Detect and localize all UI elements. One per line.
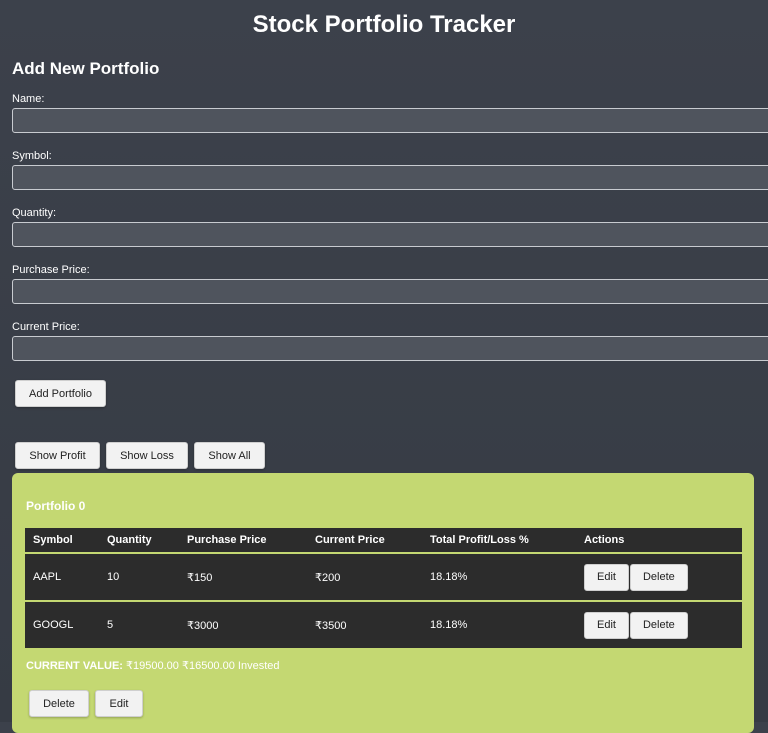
cell-actions: Edit Delete (576, 602, 742, 648)
cell-symbol: GOOGL (25, 602, 99, 648)
cell-actions: Edit Delete (576, 554, 742, 600)
portfolio-card: Portfolio 0 Symbol Quantity Purchase Pri… (12, 473, 754, 733)
table-row: GOOGL 5 ₹3000 ₹3500 18.18% Edit Delete (25, 602, 742, 648)
quantity-input[interactable] (12, 222, 768, 247)
current-value-summary: CURRENT VALUE: ₹19500.00 ₹16500.00 Inves… (26, 659, 279, 673)
cell-quantity: 10 (99, 554, 179, 600)
table-row: AAPL 10 ₹150 ₹200 18.18% Edit Delete (25, 554, 742, 600)
add-portfolio-heading: Add New Portfolio (12, 59, 160, 78)
row-delete-button[interactable]: Delete (629, 611, 688, 639)
cell-profit-loss: 18.18% (422, 602, 576, 648)
edit-portfolio-button[interactable]: Edit (95, 690, 143, 717)
purchase-price-label: Purchase Price: (12, 264, 90, 276)
cell-current-price: ₹3500 (307, 602, 422, 648)
cell-profit-loss: 18.18% (422, 554, 576, 600)
name-input[interactable] (12, 108, 768, 133)
row-edit-button[interactable]: Edit (584, 611, 629, 639)
cell-symbol: AAPL (25, 554, 99, 600)
table-header-row: Symbol Quantity Purchase Price Current P… (25, 528, 742, 552)
cell-purchase-price: ₹3000 (179, 602, 307, 648)
current-value-amount: ₹19500.00 ₹16500.00 Invested (126, 660, 280, 672)
cell-purchase-price: ₹150 (179, 554, 307, 600)
current-price-label: Current Price: (12, 321, 80, 333)
current-price-input[interactable] (12, 336, 768, 361)
symbol-label: Symbol: (12, 150, 52, 162)
show-all-button[interactable]: Show All (194, 442, 265, 469)
cell-quantity: 5 (99, 602, 179, 648)
current-value-label: CURRENT VALUE: (26, 660, 123, 672)
purchase-price-input[interactable] (12, 279, 768, 304)
delete-portfolio-button[interactable]: Delete (29, 690, 89, 717)
portfolio-title: Portfolio 0 (26, 499, 86, 513)
symbol-input[interactable] (12, 165, 768, 190)
cell-current-price: ₹200 (307, 554, 422, 600)
column-header-symbol: Symbol (25, 528, 99, 552)
show-loss-button[interactable]: Show Loss (106, 442, 188, 469)
holdings-table: Symbol Quantity Purchase Price Current P… (25, 526, 742, 650)
column-header-profit-loss: Total Profit/Loss % (422, 528, 576, 552)
row-edit-button[interactable]: Edit (584, 563, 629, 591)
name-label: Name: (12, 93, 45, 105)
column-header-actions: Actions (576, 528, 742, 552)
page-title: Stock Portfolio Tracker (252, 11, 516, 38)
show-profit-button[interactable]: Show Profit (15, 442, 100, 469)
column-header-current-price: Current Price (307, 528, 422, 552)
row-delete-button[interactable]: Delete (629, 563, 688, 591)
add-portfolio-button[interactable]: Add Portfolio (15, 380, 106, 407)
quantity-label: Quantity: (12, 207, 57, 219)
column-header-purchase-price: Purchase Price (179, 528, 307, 552)
column-header-quantity: Quantity (99, 528, 179, 552)
